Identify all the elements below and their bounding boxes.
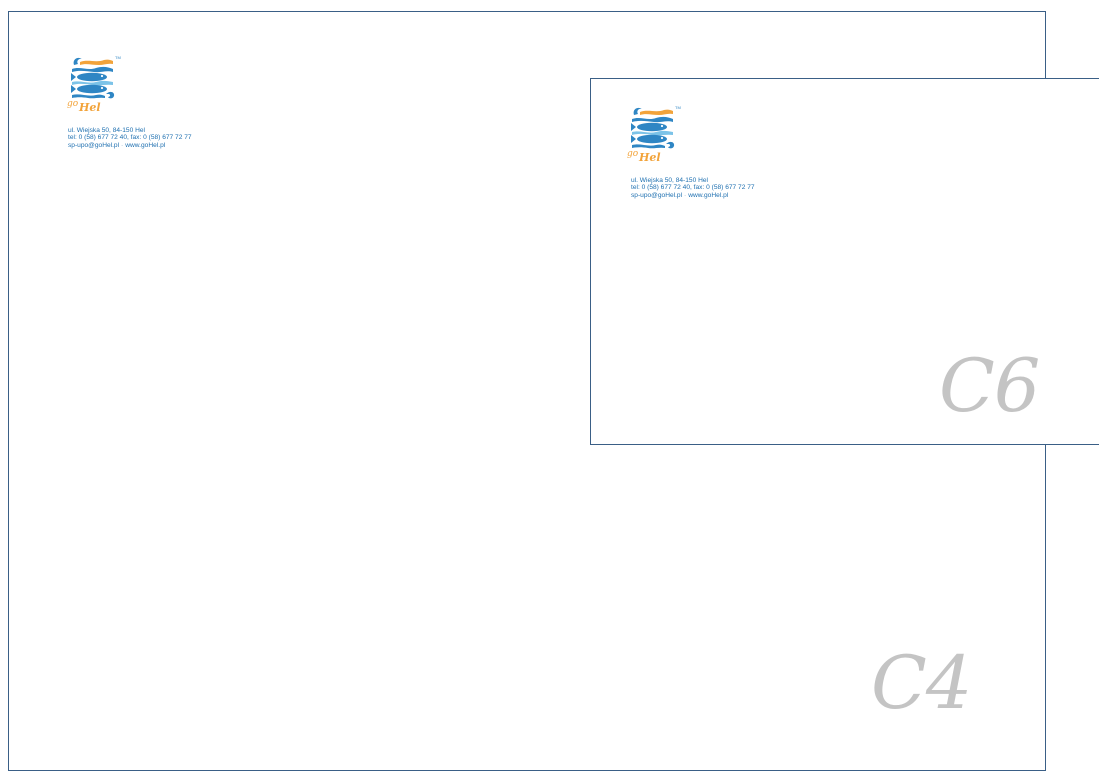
wordmark-go: go xyxy=(67,99,79,109)
trademark-symbol: TM xyxy=(675,105,681,110)
email-link[interactable]: sp-upo@goHel.pl xyxy=(68,142,119,149)
gohel-logo-icon: go Hel TM xyxy=(67,55,121,113)
envelope-size-label: C6 xyxy=(939,344,1040,429)
address-street: ul. Wiejska 50, 84-150 Hel xyxy=(68,127,145,134)
website-link[interactable]: www.goHel.pl xyxy=(125,142,165,149)
address-phone-fax: tel: 0 (58) 677 72 40, fax: 0 (58) 677 7… xyxy=(631,184,755,192)
address-contact-line: sp-upo@goHel.pl · www.goHel.pl xyxy=(68,142,192,149)
wordmark-go: go xyxy=(627,149,639,159)
address-contact-line: sp-upo@goHel.pl · www.goHel.pl xyxy=(631,192,755,199)
email-link[interactable]: sp-upo@goHel.pl xyxy=(631,192,682,199)
sender-address: ul. Wiejska 50, 84-150 Hel tel: 0 (58) 6… xyxy=(631,177,755,199)
gohel-logo-icon: go Hel TM xyxy=(627,105,681,163)
wordmark-hel: Hel xyxy=(78,101,101,113)
envelope-size-label: C4 xyxy=(871,641,972,726)
address-street: ul. Wiejska 50, 84-150 Hel xyxy=(631,177,708,184)
envelope-c6: go Hel TM ul. Wiejska 50, 84-150 Hel tel… xyxy=(590,78,1099,445)
sender-address: ul. Wiejska 50, 84-150 Hel tel: 0 (58) 6… xyxy=(68,127,192,149)
website-link[interactable]: www.goHel.pl xyxy=(688,192,728,199)
trademark-symbol: TM xyxy=(115,55,121,60)
wordmark-hel: Hel xyxy=(638,151,661,163)
address-phone-fax: tel: 0 (58) 677 72 40, fax: 0 (58) 677 7… xyxy=(68,134,192,142)
